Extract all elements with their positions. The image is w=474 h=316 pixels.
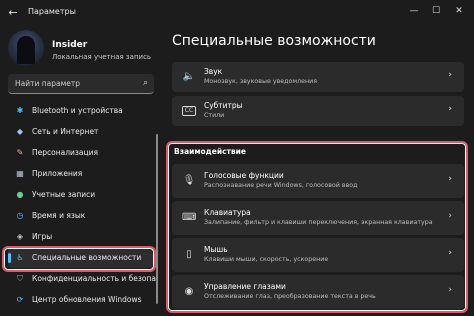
bluetooth-icon: ✱ (16, 105, 24, 115)
network-icon: ◆ (16, 126, 24, 136)
sidebar-item-6[interactable]: ◈ Игры (8, 226, 158, 247)
profile-name: Insider (52, 40, 88, 50)
sidebar-item-4[interactable]: ● Учетные записи (8, 184, 158, 205)
sidebar-item-label: Время и язык (32, 211, 86, 220)
chevron-right-icon: › (448, 70, 452, 80)
sidebar-item-label: Конфиденциальность и безопас (32, 274, 156, 283)
search-icon[interactable]: ⌕ (143, 78, 148, 88)
annotation-highlight-interaction (166, 141, 468, 313)
card-subtitle: Стили (204, 112, 225, 119)
annotation-highlight-sidebar (2, 246, 156, 272)
chevron-right-icon: › (448, 104, 452, 114)
sidebar-item-label: Приложения (32, 169, 83, 178)
user-profile[interactable]: Insider Локальная учетная запись (8, 30, 158, 70)
sidebar-item-label: Персонализация (32, 148, 98, 157)
section-label-interaction: Взаимодействие (174, 147, 246, 156)
sidebar-item-label: Игры (32, 232, 53, 241)
minimize-button[interactable]: — (404, 4, 424, 18)
settings-card-captions[interactable]: CC Субтитры Стили › (172, 96, 464, 126)
person-icon: ● (16, 189, 24, 199)
captions-icon: CC (182, 106, 196, 116)
speaker-icon: 🔈 (182, 71, 196, 82)
sidebar-item-1[interactable]: ◆ Сеть и Интернет (8, 121, 158, 142)
sidebar-item-3[interactable]: ▦ Приложения (8, 163, 158, 184)
card-subtitle: Монозвук, звуковые уведомления (204, 78, 318, 85)
avatar (8, 30, 44, 66)
shield-icon: ⛉ (17, 273, 23, 283)
sidebar-item-label: Сеть и Интернет (32, 127, 99, 136)
sidebar-scrollbar[interactable] (156, 134, 158, 304)
apps-icon: ▦ (16, 168, 24, 178)
gamepad-icon: ◈ (16, 231, 24, 241)
sidebar-item-label: Центр обновления Windows (32, 295, 142, 304)
profile-account-type: Локальная учетная запись (52, 53, 152, 61)
avatar-figure (17, 36, 35, 64)
page-title: Специальные возможности (172, 33, 376, 49)
sidebar-item-0[interactable]: ✱ Bluetooth и устройства (8, 100, 158, 121)
settings-card-speaker[interactable]: 🔈 Звук Монозвук, звуковые уведомления › (172, 62, 464, 92)
brush-icon: ✎ (16, 147, 24, 157)
sidebar-item-label: Учетные записи (32, 190, 96, 199)
sidebar-item-2[interactable]: ✎ Персонализация (8, 142, 158, 163)
globe-clock-icon: ◷ (16, 210, 24, 220)
title-bar: ← Параметры — ☐ ✕ (0, 0, 474, 26)
sidebar-nav: ✱ Bluetooth и устройства ◆ Сеть и Интернет ✎… (8, 100, 158, 310)
sidebar-item-9[interactable]: ⟳ Центр обновления Windows (8, 289, 158, 310)
card-title: Звук (204, 67, 223, 76)
search-input[interactable]: Найти параметр ⌕ (8, 74, 154, 94)
sidebar-item-5[interactable]: ◷ Время и язык (8, 205, 158, 226)
update-icon: ⟳ (16, 294, 24, 304)
app-title: Параметры (28, 7, 76, 16)
card-title: Субтитры (204, 101, 243, 110)
search-placeholder: Найти параметр (15, 79, 80, 88)
sidebar-item-label: Bluetooth и устройства (32, 106, 123, 115)
maximize-button[interactable]: ☐ (426, 4, 446, 18)
close-button[interactable]: ✕ (449, 4, 469, 18)
back-arrow-icon[interactable]: ← (6, 6, 20, 20)
